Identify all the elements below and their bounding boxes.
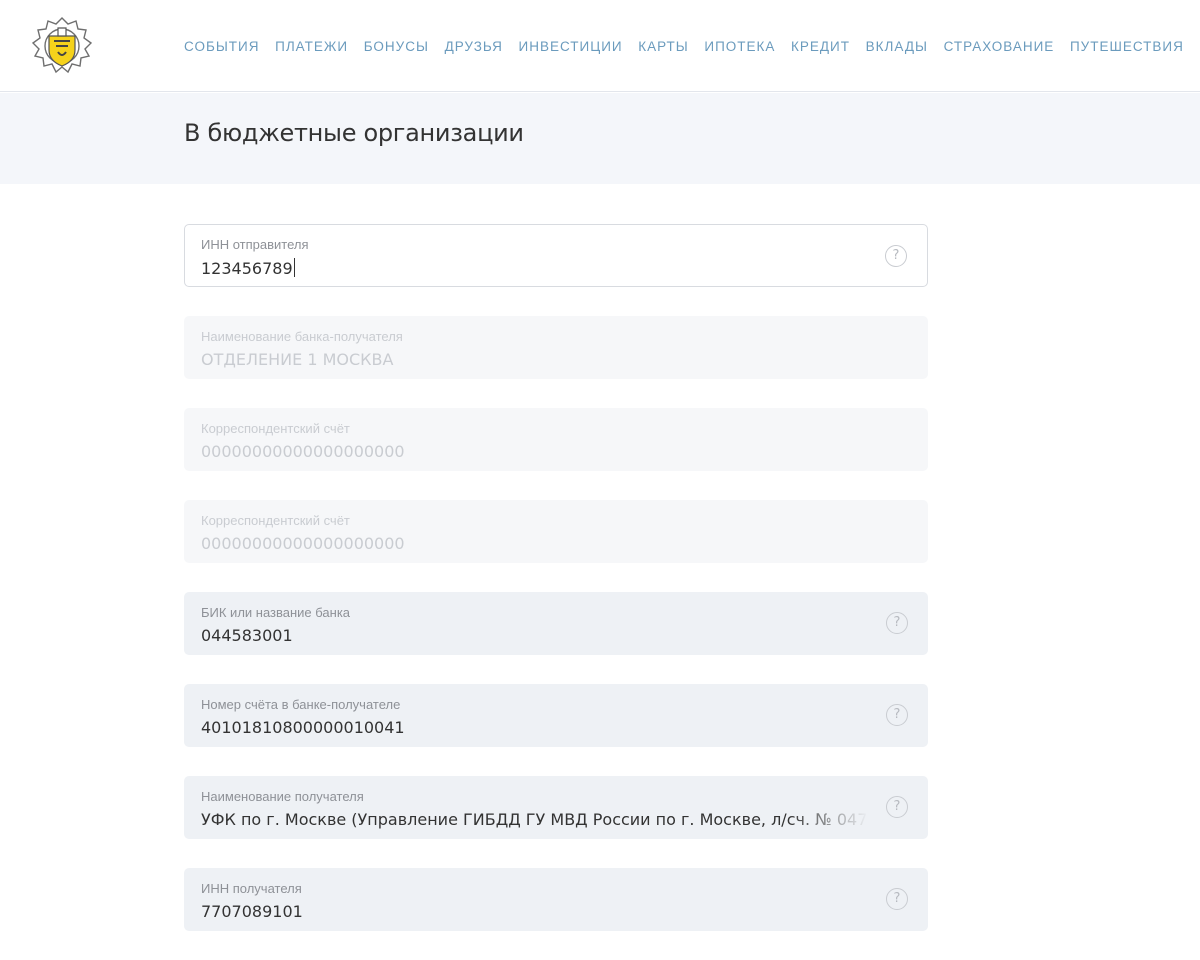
nav-payments[interactable]: ПЛАТЕЖИ [275,39,348,54]
title-banner [0,93,1200,184]
field-label: Наименование получателя [201,789,364,804]
payment-form: ИНН отправителя 123456789 ? Наименование… [184,224,928,960]
nav-deposits[interactable]: ВКЛАДЫ [866,39,928,54]
help-icon[interactable]: ? [885,245,907,267]
text-caret [293,258,295,277]
recipient-account-input[interactable]: 40101810800000010041 [201,718,868,738]
field-label: ИНН получателя [201,881,302,896]
top-header: СОБЫТИЯ ПЛАТЕЖИ БОНУСЫ ДРУЗЬЯ ИНВЕСТИЦИИ… [0,0,1200,92]
recipient-inn-input[interactable]: 7707089101 [201,902,868,922]
field-label: Наименование банка-получателя [201,329,403,344]
nav-friends[interactable]: ДРУЗЬЯ [445,39,503,54]
help-icon[interactable]: ? [886,612,908,634]
nav-insurance[interactable]: СТРАХОВАНИЕ [944,39,1055,54]
field-label: БИК или название банка [201,605,351,620]
bic-input[interactable]: 044583001 [201,626,868,646]
field-label: Корреспондентский счёт [201,421,350,436]
recipient-name-input[interactable]: УФК по г. Москве (Управление ГИБДД ГУ МВ… [201,810,868,830]
field-label: ИНН отправителя [201,237,309,252]
nav-credit[interactable]: КРЕДИТ [791,39,850,54]
recipient-inn-field[interactable]: ИНН получателя 7707089101 ? [184,868,928,931]
recipient-bank-name-value: ОТДЕЛЕНИЕ 1 МОСКВА [201,350,394,369]
correspondent-account-value: 00000000000000000000 [201,442,405,461]
help-icon[interactable]: ? [886,704,908,726]
nav-mortgage[interactable]: ИПОТЕКА [704,39,775,54]
main-nav: СОБЫТИЯ ПЛАТЕЖИ БОНУСЫ ДРУЗЬЯ ИНВЕСТИЦИИ… [184,0,1184,92]
recipient-bank-name-field: Наименование банка-получателя ОТДЕЛЕНИЕ … [184,316,928,379]
correspondent-account-value: 00000000000000000000 [201,534,405,553]
correspondent-account-field-2: Корреспондентский счёт 00000000000000000… [184,500,928,563]
help-icon[interactable]: ? [886,796,908,818]
nav-bonuses[interactable]: БОНУСЫ [364,39,429,54]
correspondent-account-field: Корреспондентский счёт 00000000000000000… [184,408,928,471]
bic-field[interactable]: БИК или название банка 044583001 ? [184,592,928,655]
field-label: Корреспондентский счёт [201,513,350,528]
recipient-name-field[interactable]: Наименование получателя УФК по г. Москве… [184,776,928,839]
sender-inn-field[interactable]: ИНН отправителя 123456789 ? [184,224,928,287]
nav-cards[interactable]: КАРТЫ [638,39,688,54]
nav-travel[interactable]: ПУТЕШЕСТВИЯ [1070,39,1184,54]
recipient-account-field[interactable]: Номер счёта в банке-получателе 401018108… [184,684,928,747]
nav-events[interactable]: СОБЫТИЯ [184,39,259,54]
sender-inn-input[interactable]: 123456789 [201,258,867,279]
field-value-text: 123456789 [201,259,293,278]
help-icon[interactable]: ? [886,888,908,910]
field-label: Номер счёта в банке-получателе [201,697,401,712]
bank-crest-logo[interactable] [28,14,96,78]
page-title: В бюджетные организации [184,119,524,147]
nav-investments[interactable]: ИНВЕСТИЦИИ [519,39,623,54]
